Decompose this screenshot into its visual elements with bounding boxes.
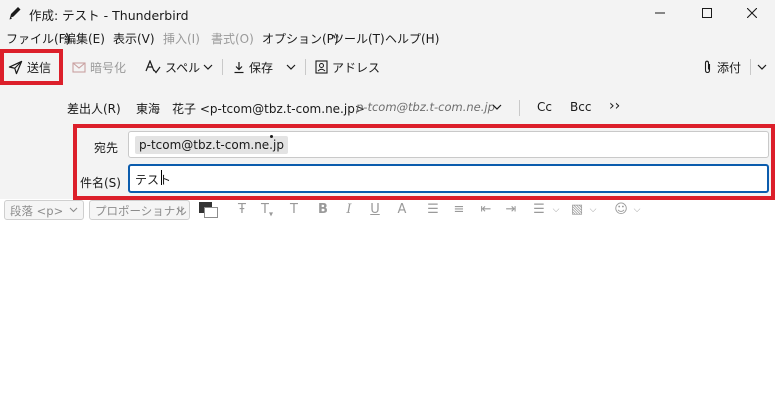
menu-format[interactable]: 書式(O) — [211, 30, 254, 47]
chevron-down-icon[interactable]: ⌵ — [547, 201, 565, 219]
address-book-label: アドレス — [332, 60, 381, 75]
text-style-icon[interactable]: A — [393, 201, 411, 219]
font-larger-icon[interactable]: T — [285, 201, 303, 219]
maximize-icon — [702, 8, 712, 18]
minimize-icon — [655, 12, 665, 14]
save-label: 保存 — [249, 60, 274, 75]
address-book-icon — [315, 60, 328, 74]
bullet-list-icon[interactable]: ☰ — [424, 201, 442, 219]
align-icon[interactable]: ☰ — [530, 201, 548, 219]
font-size-dropdown-icon[interactable]: T▾ — [258, 201, 276, 219]
chevron-down-icon — [203, 64, 213, 70]
bcc-button[interactable]: Bcc — [570, 100, 591, 114]
save-button[interactable]: 保存 — [233, 55, 273, 79]
fields-highlight-box — [73, 124, 775, 200]
attach-button[interactable]: 添付 — [702, 55, 741, 79]
menu-options[interactable]: オプション(P) — [262, 30, 339, 47]
close-button[interactable] — [729, 0, 775, 26]
font-family-select[interactable]: プロポーショナル — [89, 200, 190, 220]
maximize-button[interactable] — [684, 0, 730, 26]
menu-view[interactable]: 表示(V) — [113, 30, 155, 47]
menu-file[interactable]: ファイル(F) — [6, 30, 70, 47]
encrypt-label: 暗号化 — [90, 60, 127, 75]
menu-edit[interactable]: 編集(E) — [64, 30, 105, 47]
send-highlight-box — [0, 49, 63, 85]
save-dropdown[interactable] — [286, 55, 300, 79]
format-toolbar: 段落 <p> プロポーショナル Ŧ T▾ T B I U A ☰ ≡ ⇤ ⇥ ☰… — [0, 199, 775, 223]
title-bar: 作成: テスト - Thunderbird — [0, 0, 775, 26]
numbered-list-icon[interactable]: ≡ — [450, 201, 468, 219]
paragraph-format-select[interactable]: 段落 <p> — [4, 200, 84, 220]
menu-help[interactable]: ヘルプ(H) — [385, 30, 439, 47]
spellcheck-icon — [145, 60, 161, 74]
spell-dropdown[interactable] — [203, 55, 217, 79]
chevron-down-icon[interactable] — [492, 104, 502, 111]
encrypt-button[interactable]: 暗号化 — [72, 55, 126, 79]
font-smaller-icon[interactable]: Ŧ — [233, 201, 251, 219]
chevron-down-icon — [286, 64, 296, 70]
attach-dropdown[interactable] — [757, 55, 771, 79]
attach-label: 添付 — [717, 60, 742, 75]
chevron-down-icon — [176, 207, 185, 213]
chevron-down-icon[interactable]: ⌵ — [628, 201, 646, 219]
outdent-icon[interactable]: ⇤ — [477, 201, 495, 219]
from-label: 差出人(R) — [67, 102, 121, 116]
underline-icon[interactable]: U — [366, 201, 384, 219]
pencil-icon — [9, 7, 21, 20]
close-icon — [747, 8, 757, 18]
paragraph-format-value: 段落 <p> — [10, 204, 64, 218]
font-family-value: プロポーショナル — [95, 204, 187, 218]
menu-insert[interactable]: 挿入(I) — [163, 30, 200, 47]
envelope-lock-icon — [72, 62, 86, 73]
chevron-down-icon — [69, 207, 78, 213]
address-book-button[interactable]: アドレス — [315, 55, 380, 79]
menu-bar: ファイル(F) 編集(E) 表示(V) 挿入(I) 書式(O) オプション(P)… — [0, 26, 775, 50]
minimize-button[interactable] — [637, 0, 683, 26]
message-body-editor[interactable] — [0, 223, 775, 401]
spell-button[interactable]: スペル — [145, 55, 200, 79]
italic-icon[interactable]: I — [340, 201, 358, 219]
chevron-down-icon — [757, 64, 767, 70]
from-select[interactable]: 東海 花子 <p-tcom@tbz.t-com.ne.jp> — [136, 100, 365, 117]
from-address-hint: p-tcom@tbz.t-com.ne.jp — [356, 100, 495, 114]
color-picker[interactable] — [199, 202, 219, 218]
menu-tools[interactable]: ツール(T) — [332, 30, 385, 47]
compose-toolbar: 送信 暗号化 スペル 保存 アドレス 添付 — [0, 50, 775, 84]
download-icon — [234, 61, 244, 73]
paperclip-icon — [704, 60, 711, 74]
chevron-down-icon[interactable]: ⌵ — [584, 201, 602, 219]
spell-label: スペル — [165, 60, 201, 75]
cc-button[interactable]: Cc — [537, 100, 552, 114]
indent-icon[interactable]: ⇥ — [502, 201, 520, 219]
bold-icon[interactable]: B — [314, 201, 332, 219]
more-fields-button[interactable]: ›› — [609, 98, 620, 114]
window-title: 作成: テスト - Thunderbird — [29, 8, 189, 23]
